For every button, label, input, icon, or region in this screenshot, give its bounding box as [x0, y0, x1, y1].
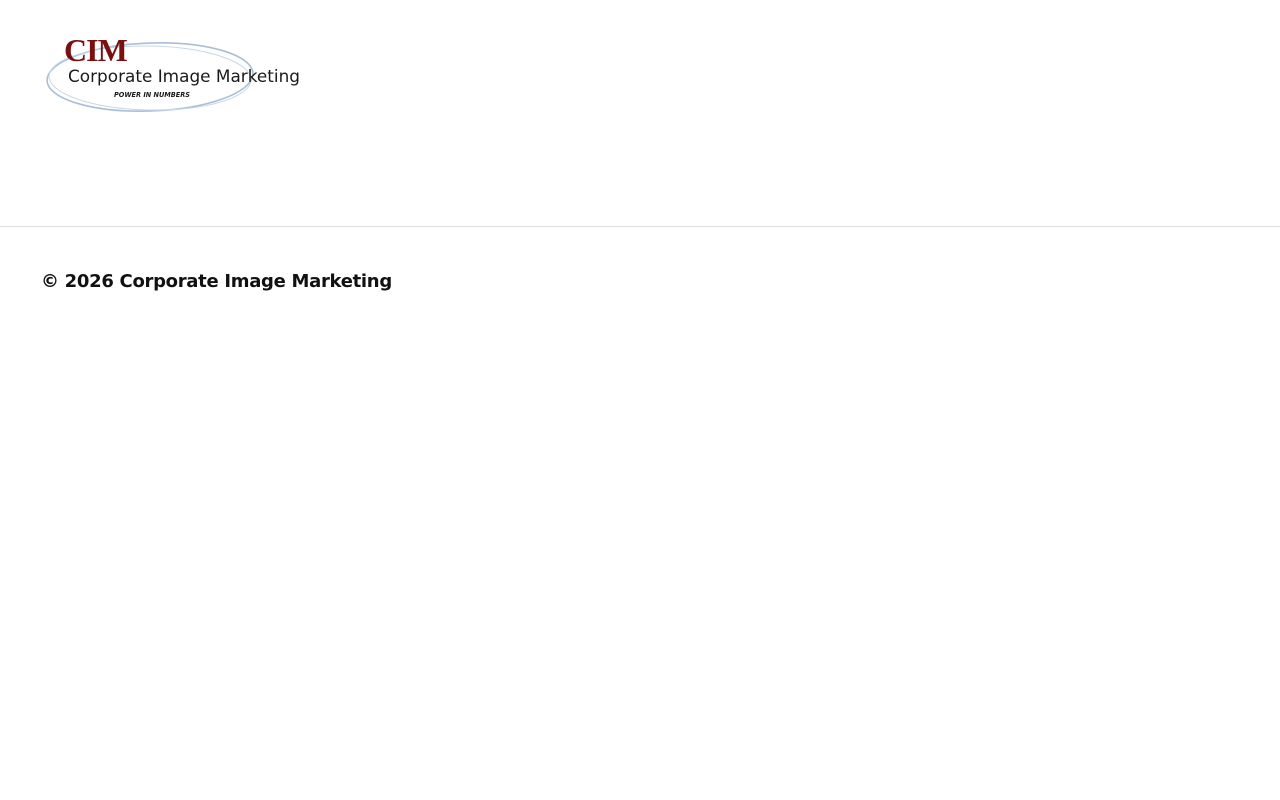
- logo-monogram: CIM: [64, 32, 128, 68]
- logo-company-name: Corporate Image Marketing: [68, 67, 300, 86]
- logo-tagline: POWER IN NUMBERS: [114, 91, 190, 99]
- site-footer: © 2026 Corporate Image Marketing: [0, 227, 1280, 800]
- cim-logo: CIM Corporate Image Marketing POWER IN N…: [46, 32, 300, 112]
- copyright-text: © 2026 Corporate Image Marketing: [41, 271, 392, 292]
- site-header: CIM Corporate Image Marketing POWER IN N…: [0, 0, 1280, 227]
- site-logo-link[interactable]: CIM Corporate Image Marketing POWER IN N…: [44, 30, 306, 116]
